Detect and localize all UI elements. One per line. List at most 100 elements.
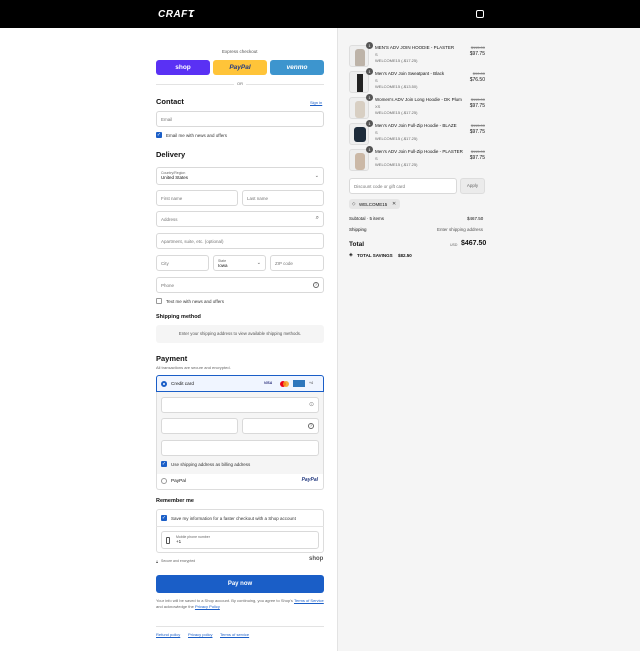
paypal-option-label: PayPal [171, 478, 186, 483]
shopping-bag-icon[interactable] [476, 10, 484, 18]
contact-heading: Contact [156, 97, 184, 106]
name-on-card-field[interactable] [161, 440, 319, 456]
card-number-field[interactable]: ⊙ [161, 397, 319, 413]
email-news-checkbox[interactable]: ✓ [156, 132, 162, 138]
craft-logo[interactable]: CRAFT [158, 9, 194, 20]
product-image [349, 45, 369, 67]
product-discount: WELCOME15 (-$17.25) [375, 162, 418, 167]
total-savings-label: TOTAL SAVINGS [357, 253, 393, 258]
delivery-heading: Delivery [156, 150, 186, 159]
expiration-date-field[interactable] [161, 418, 238, 434]
product-image [349, 71, 369, 93]
credit-card-option[interactable]: Credit card VISA +4 [156, 375, 324, 392]
mastercard-icon [280, 381, 289, 387]
billing-address-checkbox[interactable]: ✓ [161, 461, 167, 467]
address-field[interactable]: Address ⌕ [156, 211, 324, 227]
email-news-label: Email me with news and offers [166, 133, 227, 138]
product-image [349, 97, 369, 119]
original-price: $90.00 [472, 71, 485, 76]
currency-label: USD [450, 243, 458, 247]
phone-placeholder: Phone [161, 283, 175, 288]
product-discount: WELCOME15 (-$17.25) [375, 58, 418, 63]
legal-notice: Your info will be saved to a Shop accoun… [156, 598, 324, 610]
paypal-button[interactable]: PayPal [213, 60, 267, 75]
original-price: $115.00 [470, 97, 485, 102]
amex-icon [293, 380, 305, 387]
privacy-policy-footer-link[interactable]: Privacy policy [188, 632, 212, 637]
state-select[interactable]: State Iowa ⌄ [213, 255, 266, 271]
product-size: S [375, 130, 378, 135]
save-info-checkbox[interactable]: ✓ [161, 515, 167, 521]
product-size: XS [375, 104, 381, 109]
total-value: $467.50 [461, 240, 487, 247]
secure-encrypted-label: Secure and encrypted [161, 559, 196, 563]
sale-price: $97.75 [469, 103, 485, 109]
venmo-button[interactable]: venmo [270, 60, 324, 75]
close-icon[interactable]: ✕ [392, 201, 396, 207]
chevron-down-icon: ⌄ [314, 173, 319, 179]
security-code-field[interactable]: ? [242, 418, 319, 434]
paypal-logo: PayPal [301, 477, 318, 483]
text-news-label: Text me with news and offers [166, 299, 224, 304]
product-discount: WELCOME15 (-$17.25) [375, 136, 418, 141]
payment-heading: Payment [156, 354, 188, 363]
pay-now-button[interactable]: Pay now [156, 575, 324, 593]
list-item: 1 Men's ADV Join Sweatpant - Black S WEL… [349, 68, 485, 95]
email-field[interactable]: Email [156, 111, 324, 127]
discount-tag-label: WELCOME15 [359, 201, 388, 207]
more-cards-badge: +4 [309, 381, 313, 385]
order-summary [337, 28, 640, 651]
mobile-phone-field[interactable]: Mobile phone number +1 [161, 531, 319, 549]
payment-subtitle: All transactions are secure and encrypte… [156, 365, 231, 370]
quantity-badge: 1 [366, 42, 373, 49]
shop-pay-button[interactable]: shop [156, 60, 210, 75]
search-icon: ⌕ [315, 215, 319, 221]
lock-icon: ⊙ [308, 402, 314, 408]
product-discount: WELCOME15 (-$13.50) [375, 84, 418, 89]
zip-field[interactable]: ZIP code [270, 255, 324, 271]
quantity-badge: 1 [366, 146, 373, 153]
address-placeholder: Address [161, 217, 178, 222]
shipping-value: Enter shipping address [437, 227, 484, 232]
paypal-option[interactable]: PayPal PayPal [156, 474, 324, 490]
divider [156, 626, 324, 627]
product-name: Men's ADV Join Sweatpant - Black [375, 71, 445, 76]
express-checkout-title: Express checkout [222, 49, 258, 54]
sale-price: $97.75 [469, 51, 485, 57]
last-name-field[interactable]: Last name [242, 190, 324, 206]
help-icon[interactable]: ? [308, 423, 314, 429]
radio-selected[interactable] [161, 381, 167, 387]
refund-policy-link[interactable]: Refund policy [156, 632, 180, 637]
text-news-checkbox[interactable] [156, 298, 162, 304]
first-name-field[interactable]: First name [156, 190, 238, 206]
lock-icon: 🔒︎ [156, 559, 159, 564]
original-price: $115.00 [470, 149, 485, 154]
apply-button[interactable]: Apply [460, 178, 485, 194]
city-field[interactable]: City [156, 255, 209, 271]
apartment-field[interactable]: Apartment, suite, etc. (optional) [156, 233, 324, 249]
country-select[interactable]: Country/Region United States ⌄ [156, 167, 324, 185]
original-price: $115.00 [470, 45, 485, 50]
country-value: United States [161, 175, 189, 180]
help-icon[interactable]: ? [313, 282, 319, 288]
product-image [349, 149, 369, 171]
list-item: 1 Women's ADV Join Long Hoodie - DK Plum… [349, 94, 485, 121]
discount-code-field[interactable]: Discount code or gift card [349, 178, 457, 194]
terms-of-service-link[interactable]: Terms of Service [294, 598, 324, 603]
terms-of-service-footer-link[interactable]: Terms of service [220, 632, 249, 637]
product-size: S [375, 52, 378, 57]
privacy-policy-link[interactable]: Privacy Policy [195, 604, 220, 609]
shipping-method-message: Enter your shipping address to view avai… [156, 325, 324, 343]
phone-field[interactable]: Phone ? [156, 277, 324, 293]
product-discount: WELCOME15 (-$17.25) [375, 110, 418, 115]
shop-logo: shop [309, 556, 324, 562]
tag-icon: ◇ [352, 201, 356, 206]
radio-unselected[interactable] [161, 478, 167, 484]
list-item: 1 Men's ADV Join Full-Zip Hoodie - BLAZE… [349, 120, 485, 147]
legal-text-2: and acknowledge the [156, 604, 194, 609]
visa-icon: VISA [264, 381, 273, 385]
product-name: Women's ADV Join Long Hoodie - DK Plum [375, 97, 462, 102]
subtotal-value: $467.50 [467, 216, 484, 221]
sign-in-link[interactable]: Sign in [310, 100, 322, 105]
billing-address-label: Use shipping address as billing address [171, 462, 251, 467]
